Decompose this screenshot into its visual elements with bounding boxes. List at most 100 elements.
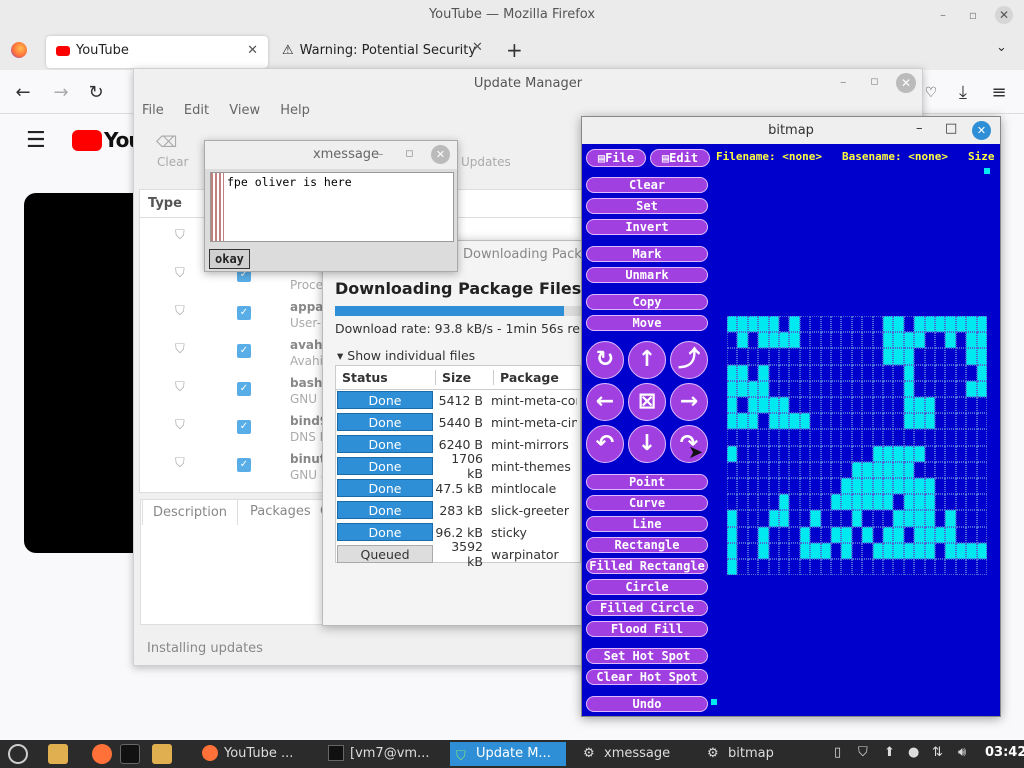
app-menu-icon[interactable]: ≡ [988, 82, 1010, 104]
bitmap-pixel[interactable] [831, 332, 842, 349]
bitmap-pixel[interactable] [820, 380, 831, 397]
youtube-logo-icon[interactable] [72, 130, 102, 151]
bitmap-pixel[interactable] [935, 461, 946, 478]
bitmap-pixel[interactable] [872, 380, 883, 397]
close-tab-icon[interactable]: ✕ [472, 40, 483, 55]
bitmap-pixel[interactable] [966, 542, 977, 559]
bitmap-pixel[interactable] [758, 429, 769, 446]
bitmap-pixel[interactable] [883, 380, 894, 397]
clear-button[interactable]: Clear [157, 155, 188, 169]
bitmap-pixel[interactable] [893, 413, 904, 430]
bitmap-pixel[interactable] [976, 316, 987, 333]
bitmap-pixel[interactable] [893, 526, 904, 543]
maximize-icon[interactable]: ▫ [964, 6, 982, 24]
bitmap-pixel[interactable] [768, 348, 779, 365]
bitmap-pixel[interactable] [862, 429, 873, 446]
bitmap-canvas[interactable] [727, 316, 987, 576]
bitmap-pixel[interactable] [935, 348, 946, 365]
down-arrow-icon[interactable]: ↓ [628, 425, 666, 463]
bitmap-pixel[interactable] [747, 494, 759, 511]
show-files-toggle[interactable]: ▾ Show individual files [337, 348, 475, 363]
bitmap-pixel[interactable] [758, 332, 769, 349]
maximize-icon[interactable]: □ [945, 121, 957, 136]
bitmap-pixel[interactable] [955, 445, 967, 462]
mint-menu-icon[interactable] [8, 744, 28, 764]
bitmap-pixel[interactable] [841, 316, 852, 333]
bitmap-pixel[interactable] [945, 348, 956, 365]
bitmap-pixel[interactable] [758, 316, 769, 333]
bitmap-pixel[interactable] [851, 494, 863, 511]
bitmap-pixel[interactable] [883, 429, 894, 446]
bitmap-pixel[interactable] [883, 526, 894, 543]
bitmap-pixel[interactable] [976, 445, 987, 462]
bitmap-pixel[interactable] [893, 559, 904, 576]
bitmap-pixel[interactable] [862, 510, 873, 527]
bitmap-pixel[interactable] [924, 559, 935, 576]
bitmap-pixel[interactable] [727, 526, 738, 543]
bitmap-pixel[interactable] [966, 526, 977, 543]
bitmap-pixel[interactable] [768, 413, 779, 430]
bitmap-pixel[interactable] [945, 494, 956, 511]
bitmap-pixel[interactable] [737, 429, 748, 446]
file-row[interactable]: Queued 3592 kB warpinator [337, 539, 583, 569]
bitmap-pixel[interactable] [768, 429, 779, 446]
bitmap-pixel[interactable] [810, 510, 821, 527]
bitmap-pixel[interactable] [935, 413, 946, 430]
bitmap-pixel[interactable] [841, 494, 852, 511]
bitmap-pixel[interactable] [872, 445, 883, 462]
bitmap-pixel[interactable] [737, 510, 748, 527]
bitmap-pixel[interactable] [955, 332, 967, 349]
bitmap-pixel[interactable] [914, 526, 925, 543]
bitmap-pixel[interactable] [935, 526, 946, 543]
bitmap-pixel[interactable] [799, 526, 811, 543]
mark-button[interactable]: Mark [586, 246, 708, 262]
bitmap-pixel[interactable] [727, 461, 738, 478]
bitmap-pixel[interactable] [955, 316, 967, 333]
bitmap-pixel[interactable] [789, 494, 800, 511]
bitmap-pixel[interactable] [851, 510, 863, 527]
bitmap-pixel[interactable] [903, 380, 915, 397]
bitmap-pixel[interactable] [914, 445, 925, 462]
bitmap-pixel[interactable] [966, 461, 977, 478]
menu-edit[interactable]: Edit [184, 103, 209, 118]
bitmap-pixel[interactable] [883, 364, 894, 381]
bitmap-pixel[interactable] [872, 364, 883, 381]
bitmap-pixel[interactable] [820, 526, 831, 543]
bitmap-pixel[interactable] [966, 429, 977, 446]
bitmap-pixel[interactable] [945, 526, 956, 543]
bitmap-pixel[interactable] [935, 559, 946, 576]
bitmap-pixel[interactable] [799, 332, 811, 349]
bitmap-pixel[interactable] [737, 478, 748, 495]
bitmap-pixel[interactable] [727, 429, 738, 446]
bitmap-pixel[interactable] [872, 332, 883, 349]
bitmap-pixel[interactable] [810, 364, 821, 381]
bitmap-pixel[interactable] [966, 332, 977, 349]
bitmap-pixel[interactable] [820, 332, 831, 349]
bitmap-pixel[interactable] [914, 348, 925, 365]
bitmap-pixel[interactable] [768, 445, 779, 462]
bitmap-pixel[interactable] [841, 559, 852, 576]
bitmap-pixel[interactable] [976, 429, 987, 446]
bitmap-pixel[interactable] [893, 348, 904, 365]
bitmap-pixel[interactable] [893, 397, 904, 414]
bitmap-pixel[interactable] [893, 332, 904, 349]
bitmap-pixel[interactable] [727, 364, 738, 381]
bitmap-pixel[interactable] [841, 380, 852, 397]
bitmap-pixel[interactable] [883, 478, 894, 495]
bitmap-pixel[interactable] [862, 332, 873, 349]
bitmap-pixel[interactable] [820, 316, 831, 333]
minimize-icon[interactable]: – [934, 6, 952, 24]
bitmap-pixel[interactable] [789, 348, 800, 365]
bitmap-pixel[interactable] [914, 510, 925, 527]
menu-file[interactable]: File [142, 103, 164, 118]
bitmap-pixel[interactable] [903, 348, 915, 365]
bitmap-pixel[interactable] [945, 542, 956, 559]
bitmap-pixel[interactable] [799, 559, 811, 576]
bitmap-pixel[interactable] [727, 542, 738, 559]
bitmap-pixel[interactable] [789, 478, 800, 495]
checkbox[interactable]: ✓ [237, 458, 251, 472]
menu-help[interactable]: Help [280, 103, 310, 118]
scrollbar[interactable] [211, 173, 224, 241]
bitmap-pixel[interactable] [737, 364, 748, 381]
bitmap-pixel[interactable] [810, 316, 821, 333]
